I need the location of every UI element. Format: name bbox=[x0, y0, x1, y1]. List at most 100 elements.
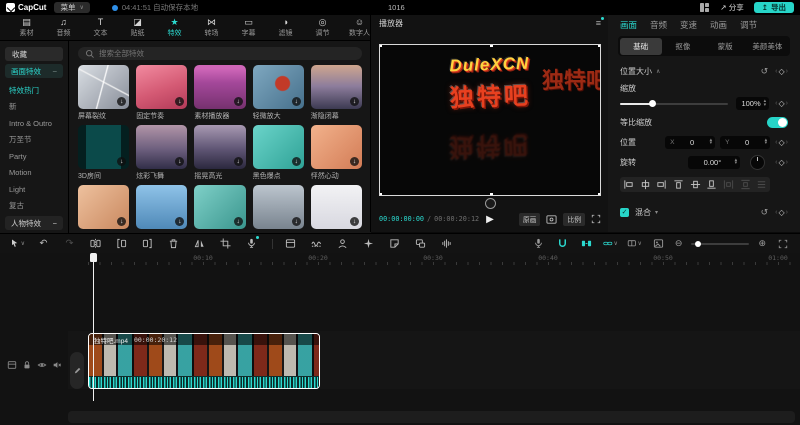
effect-card[interactable]: ↓ 炫彩飞舞 bbox=[136, 125, 188, 181]
subtab-basic[interactable]: 基础 bbox=[619, 37, 662, 55]
download-icon[interactable]: ↓ bbox=[117, 97, 127, 106]
category-new[interactable]: 新 bbox=[9, 99, 68, 116]
transform-handle[interactable] bbox=[490, 45, 493, 47]
download-icon[interactable]: ↓ bbox=[175, 217, 185, 226]
pip-button[interactable] bbox=[413, 238, 428, 249]
download-icon[interactable]: ↓ bbox=[175, 97, 185, 106]
caret-down-icon[interactable]: ▾ bbox=[655, 209, 658, 216]
slider-knob[interactable] bbox=[695, 240, 702, 247]
align-top-button[interactable] bbox=[670, 179, 687, 190]
keyframe-icon[interactable]: ◇ bbox=[779, 67, 785, 76]
tab-transition[interactable]: ⋈ 转场 bbox=[193, 17, 230, 38]
keyframe-icon[interactable]: ◇ bbox=[779, 158, 785, 167]
effect-card[interactable]: ↓ 渐隐闭幕 bbox=[310, 65, 362, 121]
quality-selector[interactable]: 原画 bbox=[518, 212, 541, 226]
tab-media[interactable]: ▤ 素材 bbox=[8, 17, 45, 38]
category-halloween[interactable]: 万圣节 bbox=[9, 132, 68, 149]
time-ruler[interactable]: 00:10 00:20 00:30 00:40 00:50 01:00 bbox=[88, 253, 800, 266]
download-icon[interactable]: ↓ bbox=[117, 157, 127, 166]
blend-checkbox[interactable]: ✓ bbox=[620, 207, 629, 217]
main-track-magnet-button[interactable] bbox=[555, 238, 570, 249]
keyframe-prev-icon[interactable]: ‹ bbox=[775, 68, 777, 75]
tab-animation[interactable]: 动画 bbox=[710, 19, 727, 31]
category-light[interactable]: Light bbox=[9, 181, 68, 198]
download-icon[interactable]: ↓ bbox=[350, 97, 359, 106]
delete-button[interactable] bbox=[166, 238, 181, 249]
tab-adjustment[interactable]: 调节 bbox=[740, 19, 757, 31]
effect-card[interactable]: ↓ 素材播放器 bbox=[194, 65, 246, 121]
download-icon[interactable]: ↓ bbox=[233, 217, 243, 226]
rotate-handle[interactable] bbox=[485, 198, 496, 209]
align-middle-v-button[interactable] bbox=[687, 179, 704, 190]
tab-audio[interactable]: ♫ 音频 bbox=[45, 17, 82, 38]
tab-filter[interactable]: ◑ 滤镜 bbox=[267, 17, 304, 38]
distribute-grid-button[interactable] bbox=[753, 179, 770, 190]
rotation-stepper[interactable]: ▴ ▾ bbox=[735, 157, 738, 166]
keyframe-next-icon[interactable]: › bbox=[786, 100, 788, 107]
category-party[interactable]: Party bbox=[9, 148, 68, 165]
tab-effects[interactable]: ★ 特效 bbox=[156, 17, 193, 38]
beauty-button[interactable] bbox=[361, 238, 376, 249]
effect-card[interactable]: ↓ bbox=[194, 185, 246, 229]
effect-card[interactable]: ↓ bbox=[136, 185, 188, 229]
trim-right-button[interactable] bbox=[140, 238, 155, 249]
keyframe-icon[interactable]: ◇ bbox=[779, 99, 785, 108]
sidebar-group-screen-effects[interactable]: 画面特效 − bbox=[5, 64, 63, 78]
video-clip[interactable]: 独特吧.mp4 00:00:20:12 bbox=[88, 333, 320, 389]
lock-icon[interactable] bbox=[22, 360, 32, 370]
scale-stepper[interactable]: ▴ ▾ bbox=[764, 99, 767, 108]
redo-button[interactable]: ↷ bbox=[62, 238, 77, 249]
video-canvas[interactable]: DuleXCN 独特吧 独特吧 独特吧 bbox=[379, 44, 601, 196]
keyframe-control[interactable]: ‹ ◇ › bbox=[775, 208, 788, 217]
freeze-frame-button[interactable] bbox=[283, 238, 298, 249]
mirror-button[interactable] bbox=[192, 238, 207, 249]
tab-sticker[interactable]: ◪ 贴纸 bbox=[119, 17, 156, 38]
y-stepper[interactable]: ▴ ▾ bbox=[765, 137, 768, 146]
download-icon[interactable]: ↓ bbox=[175, 157, 185, 166]
position-x-field[interactable]: X 0 ▴ ▾ bbox=[665, 135, 716, 149]
keyframe-prev-icon[interactable]: ‹ bbox=[775, 159, 777, 166]
x-stepper[interactable]: ▴ ▾ bbox=[710, 137, 713, 146]
chevron-up-icon[interactable]: ∧ bbox=[656, 68, 660, 75]
distribute-v-button[interactable] bbox=[737, 179, 754, 190]
download-icon[interactable]: ↓ bbox=[291, 157, 301, 166]
scale-slider[interactable] bbox=[620, 100, 729, 107]
effect-card[interactable]: ↓ 屏幕裂纹 bbox=[78, 65, 130, 121]
ratio-selector[interactable]: 比例 bbox=[563, 212, 585, 226]
sticker-panel-button[interactable] bbox=[387, 238, 402, 249]
effect-card[interactable]: ↓ bbox=[78, 185, 130, 229]
select-tool-button[interactable]: ∨ bbox=[10, 238, 25, 249]
category-hot[interactable]: 特效热门 bbox=[9, 82, 68, 99]
cover-frame-button[interactable] bbox=[651, 238, 666, 249]
transform-handle[interactable] bbox=[598, 193, 600, 195]
effect-card[interactable]: ↓ 轻微放大 bbox=[252, 65, 304, 121]
distribute-h-button[interactable] bbox=[720, 179, 737, 190]
align-center-h-button[interactable] bbox=[637, 179, 654, 190]
download-icon[interactable]: ↓ bbox=[233, 157, 243, 166]
transform-handle[interactable] bbox=[598, 45, 600, 47]
stepper-down-icon[interactable]: ▾ bbox=[765, 141, 768, 146]
subtab-keying[interactable]: 抠像 bbox=[662, 38, 704, 55]
play-button[interactable]: ▶ bbox=[486, 214, 494, 225]
download-icon[interactable]: ↓ bbox=[117, 217, 127, 226]
keyframe-control[interactable]: ‹ ◇ › bbox=[775, 67, 788, 76]
download-icon[interactable]: ↓ bbox=[350, 157, 359, 166]
sidebar-group-character-effects[interactable]: 人物特效 − bbox=[5, 216, 63, 230]
timeline-zoom-in-icon[interactable]: ⊕ bbox=[758, 238, 766, 249]
fit-timeline-button[interactable] bbox=[775, 239, 790, 249]
tab-speed[interactable]: 变速 bbox=[680, 19, 697, 31]
rotation-field[interactable]: 0.00° ▴ ▾ bbox=[688, 155, 741, 169]
effect-card[interactable]: ↓ 摇晃高光 bbox=[194, 125, 246, 181]
timeline-zoom-slider[interactable] bbox=[691, 240, 750, 247]
download-icon[interactable]: ↓ bbox=[291, 217, 301, 226]
stepper-down-icon[interactable]: ▾ bbox=[764, 102, 767, 108]
keyframe-next-icon[interactable]: › bbox=[786, 159, 788, 166]
trim-left-button[interactable] bbox=[114, 238, 129, 249]
share-button[interactable]: ↗ 分享 bbox=[720, 2, 743, 13]
microphone-button[interactable] bbox=[531, 238, 546, 249]
playhead-handle[interactable] bbox=[90, 253, 97, 262]
category-motion[interactable]: Motion bbox=[9, 165, 68, 182]
transform-handle[interactable] bbox=[380, 193, 382, 195]
scale-value-box[interactable]: 100% ▴ ▾ bbox=[736, 97, 770, 110]
rotation-dial[interactable] bbox=[750, 154, 766, 170]
